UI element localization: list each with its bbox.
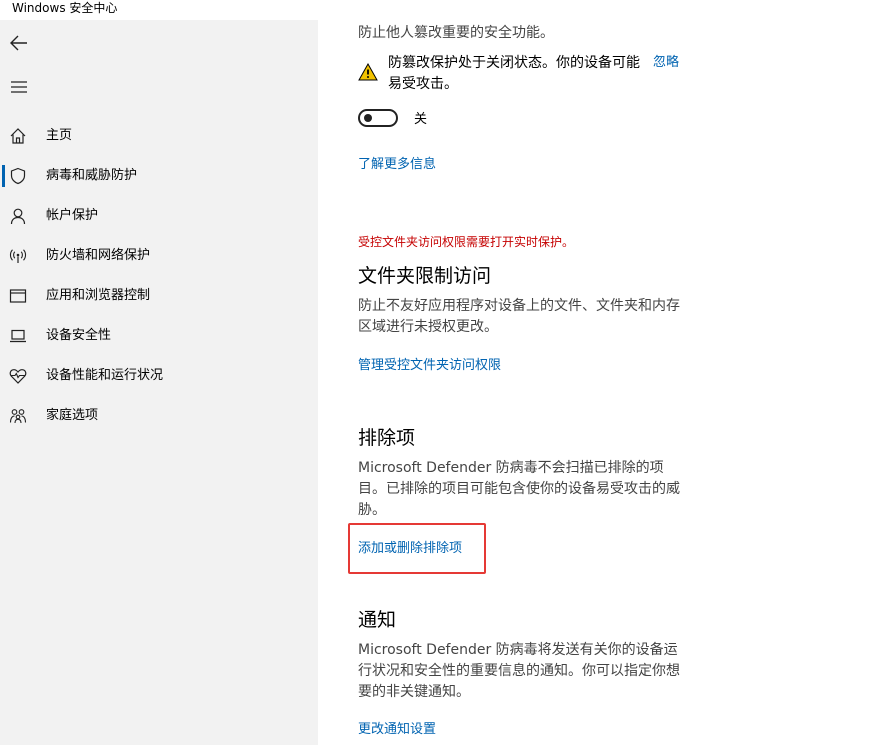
main-content: 防止他人篡改重要的安全功能。 防篡改保护处于关闭状态。你的设备可能易受攻击。 忽… <box>318 0 893 745</box>
toggle-knob <box>364 114 372 122</box>
sidebar-item-label: 家庭选项 <box>46 408 99 423</box>
notifications-title: 通知 <box>358 609 397 631</box>
sidebar-item-label: 病毒和威胁防护 <box>46 168 138 183</box>
back-button[interactable] <box>4 30 34 56</box>
person-icon <box>8 206 28 226</box>
heart-pulse-icon <box>8 366 28 386</box>
home-icon <box>8 126 28 146</box>
sidebar-item-label: 帐户保护 <box>46 208 99 223</box>
menu-button[interactable] <box>4 74 34 100</box>
tamper-description: 防止他人篡改重要的安全功能。 <box>358 25 554 41</box>
back-arrow-icon <box>10 35 27 51</box>
tamper-warning-text: 防篡改保护处于关闭状态。你的设备可能易受攻击。 <box>388 55 640 92</box>
sidebar-item-label: 主页 <box>46 128 73 143</box>
dismiss-link[interactable]: 忽略 <box>653 54 679 72</box>
laptop-icon <box>8 326 28 346</box>
sidebar-item-virus-protection[interactable]: 病毒和威胁防护 <box>0 159 318 193</box>
sidebar: 主页 病毒和威胁防护 帐户保护 防火墙和网络保护 应用和浏览器控制 设备安全性 <box>0 20 318 745</box>
folder-access-title: 文件夹限制访问 <box>358 265 492 287</box>
sidebar-item-firewall[interactable]: 防火墙和网络保护 <box>0 239 318 273</box>
toggle-state-label: 关 <box>414 112 428 127</box>
manage-folder-access-link[interactable]: 管理受控文件夹访问权限 <box>358 357 501 375</box>
sidebar-item-device-performance[interactable]: 设备性能和运行状况 <box>0 359 318 393</box>
sidebar-item-label: 设备性能和运行状况 <box>46 368 164 383</box>
exclusions-description: Microsoft Defender 防病毒不会扫描已排除的项目。已排除的项目可… <box>358 460 680 518</box>
tamper-protection-toggle[interactable] <box>358 109 398 127</box>
window-title: Windows 安全中心 <box>12 1 118 15</box>
active-indicator <box>2 165 5 187</box>
browser-window-icon <box>8 286 28 306</box>
sidebar-item-device-security[interactable]: 设备安全性 <box>0 319 318 353</box>
folder-access-description: 防止不友好应用程序对设备上的文件、文件夹和内存区域进行未授权更改。 <box>358 298 680 335</box>
sidebar-item-label: 设备安全性 <box>46 328 112 343</box>
shield-icon <box>8 166 28 186</box>
antenna-icon <box>8 246 28 266</box>
sidebar-item-account[interactable]: 帐户保护 <box>0 199 318 233</box>
notifications-description: Microsoft Defender 防病毒将发送有关你的设备运行状况和安全性的… <box>358 642 680 700</box>
change-notification-settings-link[interactable]: 更改通知设置 <box>358 721 436 739</box>
sidebar-item-label: 应用和浏览器控制 <box>46 288 151 303</box>
realtime-protection-notice: 受控文件夹访问权限需要打开实时保护。 <box>358 235 575 249</box>
exclusions-title: 排除项 <box>358 427 416 449</box>
tamper-warning: 防篡改保护处于关闭状态。你的设备可能易受攻击。 忽略 <box>358 53 698 97</box>
add-remove-exclusions-link[interactable]: 添加或删除排除项 <box>358 540 462 558</box>
family-icon <box>8 406 28 426</box>
sidebar-item-family[interactable]: 家庭选项 <box>0 399 318 433</box>
sidebar-item-app-browser[interactable]: 应用和浏览器控制 <box>0 279 318 313</box>
hamburger-icon <box>11 81 27 93</box>
warning-icon <box>358 63 378 81</box>
learn-more-link[interactable]: 了解更多信息 <box>358 156 436 174</box>
sidebar-item-label: 防火墙和网络保护 <box>46 248 151 263</box>
sidebar-item-home[interactable]: 主页 <box>0 119 318 153</box>
